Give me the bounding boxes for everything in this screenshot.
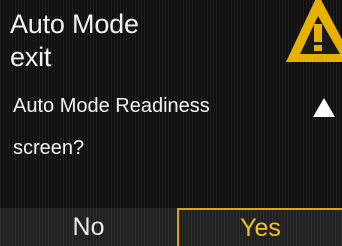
title-line-2: exit xyxy=(10,42,52,72)
question-line-2: screen? xyxy=(13,137,85,159)
warning-icon xyxy=(286,0,342,62)
title-line-1: Auto Mode xyxy=(10,9,139,39)
scroll-up-icon[interactable] xyxy=(313,98,335,117)
question-line-1: Auto Mode Readiness xyxy=(13,95,210,117)
dialog-title: Auto Mode exit xyxy=(10,8,139,74)
button-bar: No Yes xyxy=(0,208,342,246)
dialog-question: Auto Mode Readiness screen? xyxy=(13,85,210,169)
pump-screen: Auto Mode exit Auto Mode Readiness scree… xyxy=(0,0,342,246)
yes-button[interactable]: Yes xyxy=(177,208,342,246)
no-button[interactable]: No xyxy=(0,208,177,246)
